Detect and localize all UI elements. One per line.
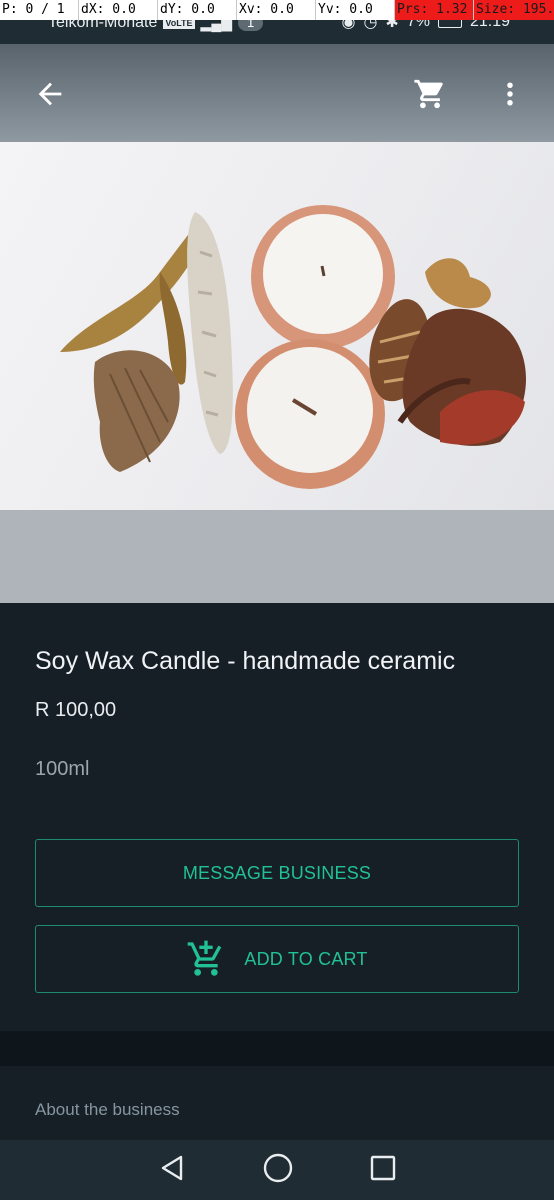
overlay-pressure: Prs: 1.32: [395, 0, 474, 20]
product-image[interactable]: [0, 142, 554, 510]
cart-button[interactable]: [410, 74, 450, 114]
add-shopping-cart-icon: [188, 940, 222, 976]
product-details: Soy Wax Candle - handmade ceramic R 100,…: [0, 603, 554, 1031]
overlay-yv: Yv: 0.0: [316, 0, 395, 20]
about-business-section[interactable]: About the business: [0, 1066, 554, 1140]
triangle-back-icon: [162, 1155, 183, 1180]
cart-icon: [414, 79, 443, 109]
message-business-label: MESSAGE BUSINESS: [182, 862, 372, 883]
more-vert-icon: [507, 82, 513, 106]
add-to-cart-label: ADD TO CART: [244, 948, 368, 969]
arrow-left-icon: [38, 82, 62, 106]
nav-home-button[interactable]: [262, 1152, 294, 1189]
about-business-label: About the business: [35, 1100, 180, 1119]
candle-photo: [60, 205, 527, 489]
overlay-pointer-count: P: 0 / 1: [0, 0, 79, 20]
product-description: 100ml: [35, 758, 90, 780]
app-bar: [0, 44, 554, 144]
circle-home-icon: [263, 1153, 293, 1182]
product-price: R 100,00: [35, 699, 117, 721]
back-button[interactable]: [30, 74, 70, 114]
overlay-xv: Xv: 0.0: [237, 0, 316, 20]
system-navigation-bar: [0, 1140, 554, 1200]
add-to-cart-button[interactable]: ADD TO CART: [35, 925, 519, 993]
section-divider: [0, 1031, 554, 1066]
overlay-size: Size: 195.0: [474, 0, 554, 20]
overlay-dx: dX: 0.0: [79, 0, 158, 20]
more-options-button[interactable]: [490, 74, 530, 114]
message-business-button[interactable]: MESSAGE BUSINESS: [35, 839, 519, 907]
pointer-location-overlay: P: 0 / 1 dX: 0.0 dY: 0.0 Xv: 0.0 Yv: 0.0…: [0, 0, 554, 20]
square-recents-icon: [370, 1155, 395, 1180]
product-title: Soy Wax Candle - handmade ceramic: [35, 647, 456, 675]
image-padding: [0, 510, 554, 603]
nav-back-button[interactable]: [157, 1153, 187, 1188]
overlay-dy: dY: 0.0: [158, 0, 237, 20]
nav-recents-button[interactable]: [369, 1154, 397, 1187]
